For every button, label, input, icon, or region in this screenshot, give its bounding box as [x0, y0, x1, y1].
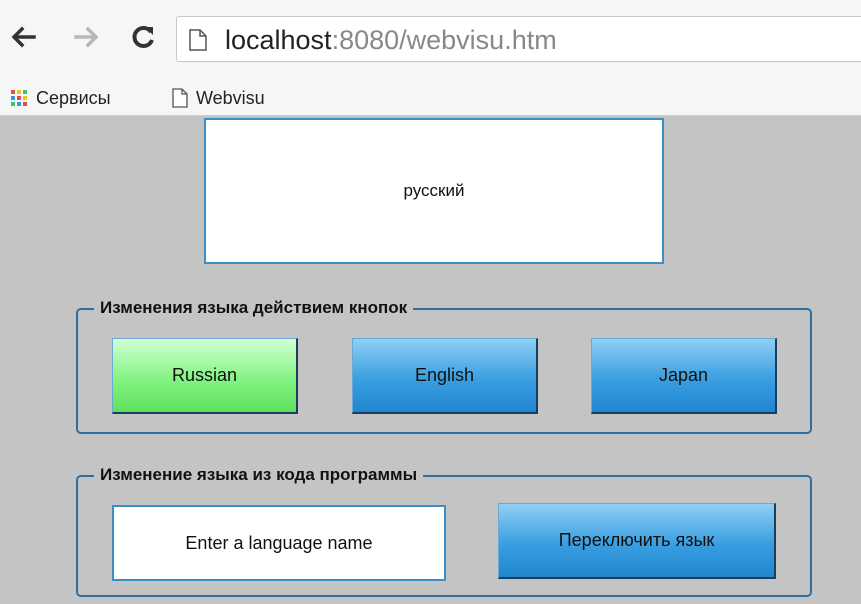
reload-icon — [132, 26, 154, 48]
language-name-input[interactable] — [112, 505, 446, 581]
switch-language-button[interactable]: Переключить язык — [498, 503, 776, 579]
url-path: :8080/webvisu.htm — [331, 25, 557, 55]
browser-toolbar: localhost:8080/webvisu.htm — [0, 0, 861, 80]
url-text: localhost:8080/webvisu.htm — [225, 25, 557, 56]
english-button[interactable]: English — [352, 338, 538, 414]
address-bar[interactable]: localhost:8080/webvisu.htm — [176, 16, 861, 62]
bookmark-services[interactable]: Сервисы — [10, 86, 111, 110]
bookmark-webvisu[interactable]: Webvisu — [172, 86, 265, 110]
russian-button-label: Russian — [171, 365, 238, 385]
webvisu-canvas: русский Изменения языка действием кнопок… — [0, 116, 861, 604]
reload-button[interactable] — [128, 22, 158, 52]
forward-button[interactable] — [72, 22, 102, 52]
bookmark-services-label: Сервисы — [36, 87, 111, 108]
bookmarks-bar: Сервисы Webvisu — [0, 80, 861, 116]
page-icon — [189, 29, 207, 51]
english-button-label: English — [414, 365, 475, 385]
current-language-display: русский — [204, 118, 664, 264]
back-arrow-icon — [11, 26, 36, 48]
language-code-group-title: Изменение языка из кода программы — [94, 465, 424, 485]
apps-grid-icon — [11, 90, 27, 106]
page-icon — [172, 88, 188, 108]
language-buttons-group: Изменения языка действием кнопок Russian… — [76, 298, 812, 434]
japan-button-label: Japan — [658, 365, 709, 385]
back-button[interactable] — [8, 22, 38, 52]
forward-arrow-icon — [74, 26, 99, 48]
current-language-label: русский — [403, 181, 465, 200]
russian-button[interactable]: Russian — [112, 338, 298, 414]
url-host: localhost — [225, 25, 332, 55]
bookmark-webvisu-label: Webvisu — [196, 87, 265, 108]
language-buttons-group-title: Изменения языка действием кнопок — [94, 298, 414, 318]
switch-language-button-label: Переключить язык — [558, 530, 715, 550]
japan-button[interactable]: Japan — [591, 338, 777, 414]
language-code-group: Изменение языка из кода программы Перекл… — [76, 465, 812, 597]
